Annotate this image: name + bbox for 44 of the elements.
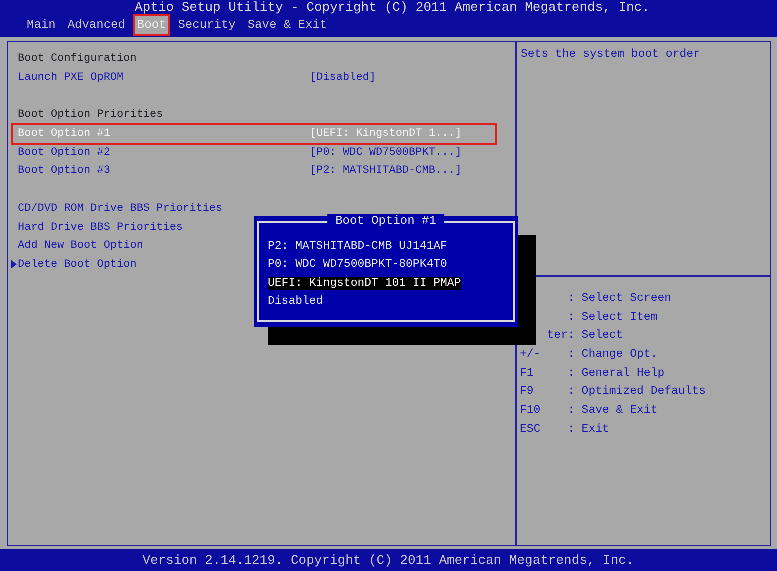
setting-value: [Disabled] <box>310 72 376 84</box>
setting-label: Launch PXE OpROM <box>18 72 124 84</box>
popup-title: Boot Option #1 <box>328 214 444 228</box>
setting-row[interactable]: Boot Option #2 [P0: WDC WD7500BPKT...] <box>8 143 515 162</box>
key-label: ESC <box>520 422 541 436</box>
key-label: F1 <box>520 366 534 380</box>
submenu-arrow-icon <box>11 260 17 270</box>
key-action: : Select Item <box>568 310 658 324</box>
key-action: : Select Screen <box>568 292 672 305</box>
submenu-item[interactable]: Delete Boot Option <box>18 258 137 271</box>
key-action: : General Help <box>568 366 665 380</box>
setting-value: [P2: MATSHITABD-CMB...] <box>310 165 462 178</box>
key-action: : Change Opt. <box>568 348 658 361</box>
key-label: +/- <box>520 348 541 361</box>
setting-value: [UEFI: KingstonDT 1...] <box>310 128 462 140</box>
menu-tab[interactable]: Main <box>25 16 58 34</box>
window-title: Aptio Setup Utility - Copyright (C) 2011 American Megatrends, Inc. <box>134 0 651 16</box>
submenu-item[interactable]: CD/DVD ROM Drive BBS Priorities <box>18 202 223 215</box>
version-text: Version 2.14.1219. Copyright (C) 2011 American Megatrends, Inc. <box>142 552 634 568</box>
key-action: : Save & Exit <box>568 404 658 417</box>
submenu-item[interactable]: Hard Drive BBS Priorities <box>18 222 184 234</box>
setting-row[interactable]: Boot Option #3 [P2: MATSHITABD-CMB...] <box>8 162 515 181</box>
popup-option[interactable]: P0: WDC WD7500BPKT-80PK4T0 <box>268 258 448 272</box>
setting-value: [P0: WDC WD7500BPKT...] <box>310 146 462 159</box>
popup-option[interactable]: UEFI: KingstonDT 101 II PMAP <box>268 276 462 290</box>
setting-label: Boot Option #3 <box>18 165 110 178</box>
key-label: F9 <box>520 385 534 398</box>
section-heading: Boot Configuration <box>18 53 137 66</box>
setting-label: Boot Option #2 <box>18 146 110 159</box>
key-label: ter <box>547 329 568 342</box>
setting-row[interactable]: Launch PXE OpROM [Disabled] <box>8 68 515 88</box>
section-heading: Boot Option Priorities <box>18 109 164 122</box>
menu-tab[interactable]: Security <box>176 16 238 34</box>
menu-tab[interactable]: Advanced <box>66 16 128 34</box>
submenu-item[interactable]: Add New Boot Option <box>18 240 144 252</box>
key-action: : Select <box>568 329 624 342</box>
setting-label: Boot Option #1 <box>18 128 110 140</box>
popup-option[interactable]: Disabled <box>268 295 324 308</box>
key-action: : Exit <box>568 422 610 436</box>
key-action: : Optimized Defaults <box>568 385 706 398</box>
help-description: Sets the system boot order <box>521 48 700 61</box>
key-label: F10 <box>520 404 541 417</box>
popup-option[interactable]: P2: MATSHITABD-CMB UJ141AF <box>268 240 448 253</box>
menu-tab[interactable]: Save & Exit <box>246 16 330 34</box>
